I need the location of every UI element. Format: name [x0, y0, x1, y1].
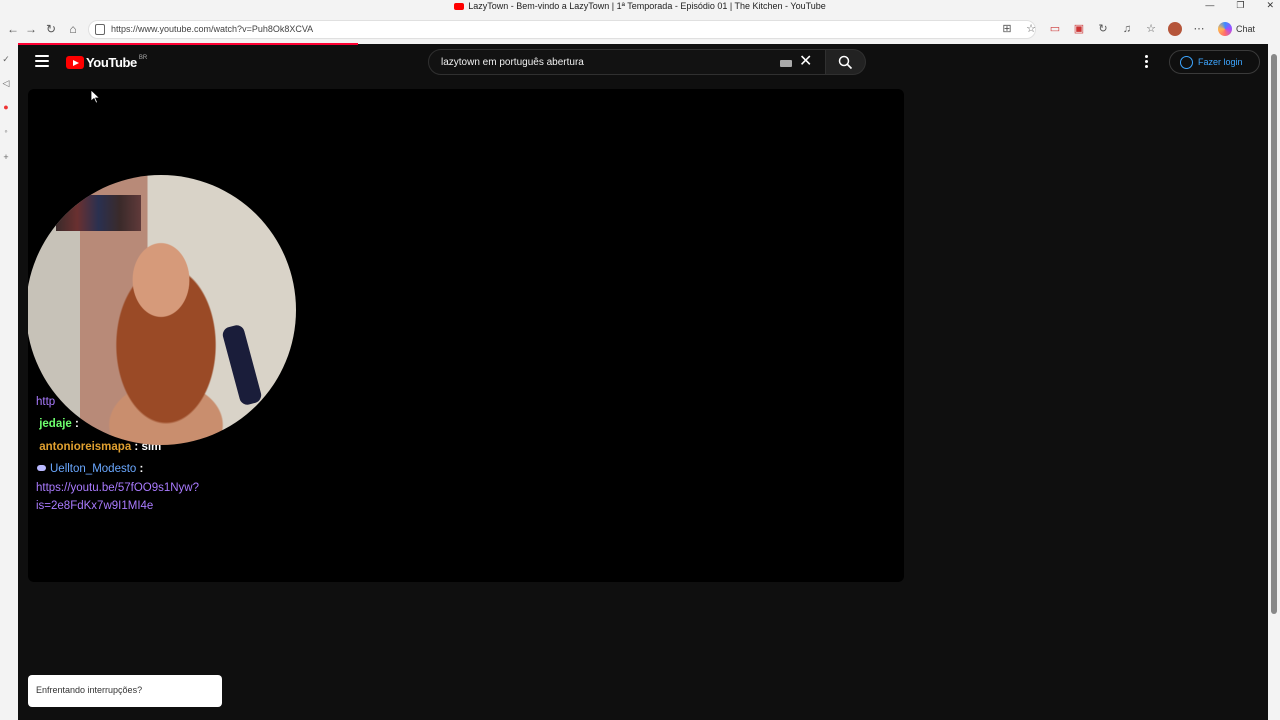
user-icon [1180, 55, 1193, 69]
video-player[interactable]: http jedaje : antonioreismapa : sim Uell… [28, 89, 904, 582]
chat-username: jedaje [39, 418, 72, 430]
home-button[interactable]: ⌂ [66, 22, 80, 36]
favorites-icon[interactable]: ☆ [1144, 22, 1158, 36]
hamburger-menu-icon[interactable] [35, 55, 49, 67]
keyboard-icon[interactable] [780, 60, 792, 67]
refresh-extension-icon[interactable]: ↻ [1096, 22, 1110, 36]
chat-link-partial[interactable]: http [36, 396, 55, 408]
chat-username: antonioreismapa [39, 441, 132, 453]
region-code: BR [138, 54, 148, 61]
address-bar[interactable]: https://www.youtube.com/watch?v=Puh8Ok8X… [88, 20, 1036, 39]
back-button[interactable]: ← [6, 22, 20, 36]
youtube-play-icon [66, 56, 84, 69]
lock-icon [95, 24, 105, 35]
sidebar-youtube-icon[interactable]: ● [1, 102, 11, 112]
favorite-star-icon[interactable]: ☆ [1024, 22, 1038, 36]
youtube-favicon-icon [454, 3, 465, 10]
browser-sidebar: ✓ ◁ ● ◦ + [0, 44, 18, 720]
streamer-webcam [28, 175, 296, 445]
sign-in-label: Fazer login [1198, 57, 1243, 67]
chat-line: jedaje : [36, 415, 79, 433]
reload-button[interactable]: ↻ [44, 22, 58, 36]
chat-line: Uellton_Modesto : [37, 460, 143, 478]
sidebar-g-icon[interactable]: ◦ [1, 126, 11, 136]
search-icon [838, 55, 853, 70]
youtube-logo[interactable]: YouTube BR [66, 55, 147, 70]
bookshelf-image [56, 195, 141, 231]
badge-icon [37, 465, 46, 471]
browser-toolbar: ← → ↻ ⌂ https://www.youtube.com/watch?v=… [0, 14, 1280, 44]
chat-separator: : [71, 418, 79, 430]
clear-search-icon[interactable]: ✕ [799, 53, 812, 71]
search-box[interactable]: ✕ [428, 49, 826, 75]
chat-link[interactable]: https://youtu.be/57fOO9s1Nyw? [36, 479, 199, 497]
chat-link[interactable]: is=2e8FdKx7w9I1MI4e [36, 497, 199, 515]
copilot-button[interactable]: Chat [1218, 22, 1255, 36]
window-title: LazyTown - Bem-vindo a LazyTown | 1ª Tem… [0, 1, 1280, 11]
settings-kebab-icon[interactable] [1145, 55, 1149, 70]
sign-in-button[interactable]: Fazer login [1169, 50, 1260, 74]
media-icon[interactable]: ♫ [1120, 22, 1134, 36]
sidebar-item-icon[interactable]: ✓ [1, 54, 11, 65]
forward-button[interactable]: → [24, 22, 38, 36]
window-controls: — ❐ ✕ [1205, 0, 1274, 11]
maximize-button[interactable]: ❐ [1236, 0, 1244, 11]
minimize-button[interactable]: — [1205, 0, 1214, 11]
copilot-icon [1218, 22, 1232, 36]
copilot-label: Chat [1236, 24, 1256, 34]
toolbar-icons: ⊞ ☆ ▭ ▣ ↻ ♫ ☆ ⋯ [1000, 22, 1206, 36]
chat-line: https://youtu.be/57fOO9s1Nyw? is=2e8FdKx7… [36, 479, 199, 515]
interruption-prompt[interactable]: Enfrentando interrupções? [28, 675, 222, 707]
close-window-button[interactable]: ✕ [1266, 0, 1274, 11]
chat-separator: : [136, 463, 144, 475]
window-title-text: LazyTown - Bem-vindo a LazyTown | 1ª Tem… [468, 1, 826, 11]
mouse-cursor-icon [90, 89, 101, 109]
sidebar-audio-icon[interactable]: ◁ [1, 78, 11, 89]
window-titlebar: LazyTown - Bem-vindo a LazyTown | 1ª Tem… [0, 0, 1280, 14]
more-menu-icon[interactable]: ⋯ [1192, 22, 1206, 36]
scrollbar-thumb[interactable] [1271, 54, 1277, 614]
extension-icon-2[interactable]: ▣ [1072, 22, 1086, 36]
split-screen-icon[interactable]: ⊞ [1000, 22, 1014, 36]
youtube-page: YouTube BR ✕ Fazer login http jedaje : a… [18, 44, 1268, 720]
sidebar-add-icon[interactable]: + [1, 152, 11, 162]
url-text[interactable]: https://www.youtube.com/watch?v=Puh8Ok8X… [111, 24, 313, 34]
search-button[interactable] [826, 49, 866, 75]
microphone-image [221, 323, 263, 407]
chat-line: http [36, 393, 55, 411]
page-scrollbar[interactable] [1268, 44, 1280, 720]
youtube-wordmark: YouTube [86, 55, 137, 70]
page-load-progress [18, 43, 358, 45]
extension-icon[interactable]: ▭ [1048, 22, 1062, 36]
search-input[interactable] [439, 53, 769, 71]
interruption-text: Enfrentando interrupções? [36, 685, 143, 695]
chat-username: Uellton_Modesto [50, 463, 137, 475]
profile-avatar[interactable] [1168, 22, 1182, 36]
